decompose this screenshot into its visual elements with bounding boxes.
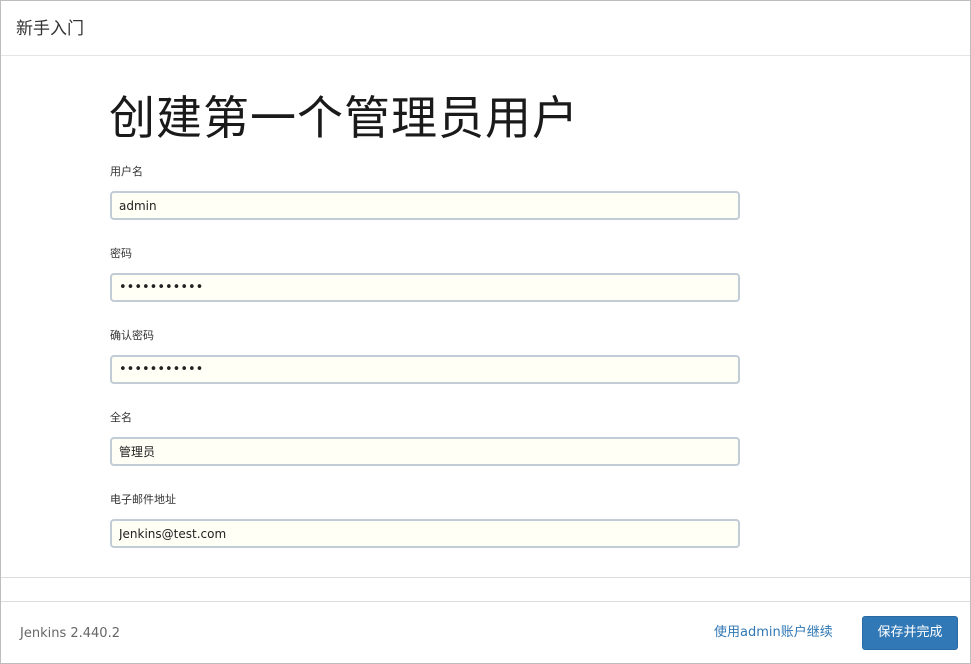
confirm-password-label: 确认密码 <box>110 329 154 342</box>
save-and-finish-button[interactable]: 保存并完成 <box>862 616 958 650</box>
password-label: 密码 <box>110 247 132 260</box>
email-label: 电子邮件地址 <box>110 493 176 506</box>
password-input[interactable] <box>110 273 740 302</box>
create-admin-form: 创建第一个管理员用户 用户名 密码 确认密码 全名 电子邮件地址 <box>1 57 970 577</box>
fullname-input[interactable] <box>110 437 740 466</box>
continue-as-admin-link[interactable]: 使用admin账户继续 <box>714 625 833 641</box>
version-label: Jenkins 2.440.2 <box>20 626 120 641</box>
fullname-label: 全名 <box>110 411 132 424</box>
content-divider <box>1 577 970 578</box>
email-input[interactable] <box>110 519 740 548</box>
dialog-title: 新手入门 <box>16 19 84 39</box>
page-title: 创建第一个管理员用户 <box>109 91 579 145</box>
dialog-footer: Jenkins 2.440.2 使用admin账户继续 保存并完成 <box>1 602 970 663</box>
username-input[interactable] <box>110 191 740 220</box>
confirm-password-input[interactable] <box>110 355 740 384</box>
username-label: 用户名 <box>110 165 143 178</box>
dialog-header: 新手入门 <box>1 1 970 56</box>
setup-wizard-dialog: 新手入门 创建第一个管理员用户 用户名 密码 确认密码 全名 电子邮件地址 Je… <box>0 0 971 664</box>
